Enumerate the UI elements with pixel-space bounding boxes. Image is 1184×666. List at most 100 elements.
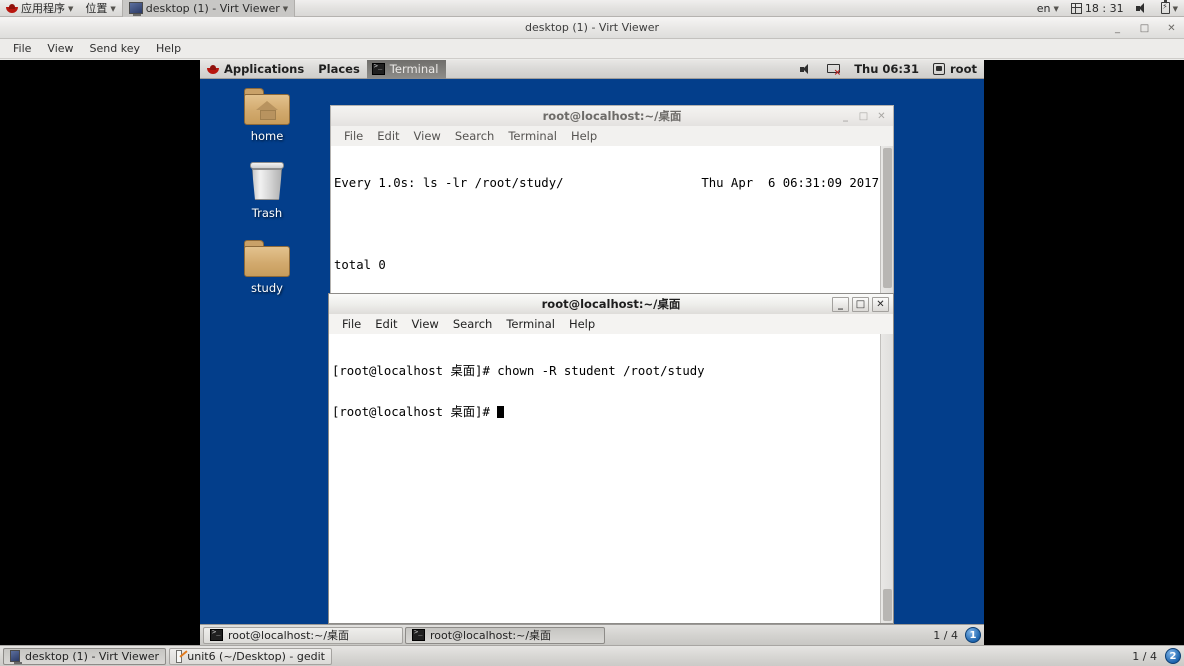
host-taskbar: desktop (1) - Virt Viewer unit6 (~/Deskt… [0, 645, 1184, 666]
menu-file[interactable]: File [5, 40, 39, 57]
host-taskbar-button-virt-viewer-label: desktop (1) - Virt Viewer [25, 649, 159, 663]
virt-viewer-window: desktop (1) - Virt Viewer _ □ ✕ File Vie… [0, 17, 1184, 645]
host-places-label: 位置 [85, 2, 108, 15]
taskbar-button-terminal-2[interactable]: root@localhost:~/桌面 [405, 626, 605, 644]
taskbar-button-terminal-1[interactable]: root@localhost:~/桌面 [203, 626, 403, 644]
terminal-prompt-text: [root@localhost 桌面]# [332, 404, 498, 419]
menu-search[interactable]: Search [448, 129, 502, 143]
terminal-window-watch-scrollbar[interactable] [880, 146, 893, 294]
desktop-icon-study[interactable]: study [229, 240, 305, 295]
taskbar-button-terminal-2-label: root@localhost:~/桌面 [430, 629, 552, 642]
scrollbar-thumb[interactable] [883, 589, 892, 621]
taskbar-button-terminal-1-label: root@localhost:~/桌面 [228, 629, 350, 642]
chevron-down-icon: ▼ [282, 5, 289, 13]
host-keyboard-label: en [1036, 1, 1051, 15]
monitor-icon [10, 650, 23, 664]
trash-can [252, 169, 282, 200]
virt-viewer-viewport: Applications Places Terminal [0, 60, 1184, 645]
minimize-icon[interactable]: _ [832, 297, 849, 312]
battery-icon [1160, 0, 1170, 14]
guest-clock[interactable]: Thu 06:31 [847, 60, 926, 79]
guest-workspace-count: 1 / 4 [933, 628, 958, 642]
host-taskbar-button-gedit-label: unit6 (~/Desktop) - gedit [187, 649, 325, 663]
terminal-window-active[interactable]: root@localhost:~/桌面 _ □ ✕ File Edit View… [328, 293, 894, 624]
guest-panel-window-button-terminal[interactable]: Terminal [366, 60, 447, 79]
guest-volume-control[interactable] [793, 60, 820, 79]
maximize-icon[interactable]: □ [856, 109, 871, 124]
host-clock[interactable]: 18 : 31 [1065, 0, 1130, 17]
terminal-window-watch-title: root@localhost:~/桌面 [542, 109, 682, 123]
minimize-icon[interactable]: _ [838, 109, 853, 124]
trash-lid [250, 162, 284, 169]
terminal-cursor [497, 405, 505, 418]
menu-view[interactable]: View [39, 40, 81, 57]
host-window-menu-virt-viewer[interactable]: desktop (1) - Virt Viewer ▼ [121, 0, 296, 17]
menu-file[interactable]: File [335, 317, 368, 331]
terminal-window-watch[interactable]: root@localhost:~/桌面 _ □ ✕ File Edit View… [330, 105, 894, 295]
user-icon [933, 63, 946, 75]
watch-command: Every 1.0s: ls -lr /root/study/ [334, 175, 564, 190]
guest-taskbar: root@localhost:~/桌面 root@localhost:~/桌面 … [200, 624, 984, 645]
desktop-icon-trash[interactable]: Trash [229, 162, 305, 220]
speaker-icon [1135, 2, 1149, 14]
host-keyboard-layout[interactable]: en ▼ [1031, 0, 1065, 17]
guest-places-menu[interactable]: Places [311, 60, 367, 79]
terminal-window-active-titlebar[interactable]: root@localhost:~/桌面 _ □ ✕ [328, 293, 894, 314]
guest-top-panel: Applications Places Terminal [200, 60, 984, 79]
maximize-icon[interactable]: □ [1138, 22, 1151, 35]
host-battery-indicator[interactable]: ▼ [1155, 0, 1184, 17]
redhat-logo-icon [6, 3, 18, 14]
menu-help[interactable]: Help [562, 317, 602, 331]
scrollbar-thumb[interactable] [883, 148, 892, 288]
host-clock-label: 18 : 31 [1084, 1, 1124, 15]
desktop-icon-home-label: home [250, 129, 284, 143]
menu-view[interactable]: View [405, 317, 446, 331]
menu-view[interactable]: View [407, 129, 448, 143]
maximize-icon[interactable]: □ [852, 297, 869, 312]
virt-viewer-titlebar[interactable]: desktop (1) - Virt Viewer _ □ ✕ [0, 17, 1184, 39]
menu-edit[interactable]: Edit [368, 317, 404, 331]
guest-network-indicator[interactable] [820, 60, 847, 79]
host-workspace-count: 1 / 4 [1132, 649, 1157, 663]
terminal-window-watch-body[interactable]: Every 1.0s: ls -lr /root/study/ Thu Apr … [330, 146, 894, 295]
host-taskbar-button-virt-viewer[interactable]: desktop (1) - Virt Viewer [3, 647, 166, 665]
close-icon[interactable]: ✕ [1165, 22, 1178, 35]
host-places-menu[interactable]: 位置 ▼ [79, 0, 121, 17]
desktop-icon-study-label: study [251, 281, 283, 295]
terminal-window-active-scrollbar[interactable] [880, 334, 893, 623]
guest-applications-label: Applications [224, 62, 305, 76]
terminal-window-watch-titlebar[interactable]: root@localhost:~/桌面 _ □ ✕ [330, 105, 894, 126]
guest-user-menu[interactable]: root [926, 60, 984, 79]
menu-terminal[interactable]: Terminal [501, 129, 564, 143]
menu-help[interactable]: Help [564, 129, 604, 143]
host-applications-menu[interactable]: 应用程序 ▼ [0, 0, 79, 17]
menu-search[interactable]: Search [446, 317, 500, 331]
host-volume-control[interactable] [1130, 0, 1155, 17]
menu-send-key[interactable]: Send key [82, 40, 148, 57]
guest-places-label: Places [318, 62, 360, 76]
host-taskbar-button-gedit[interactable]: unit6 (~/Desktop) - gedit [169, 647, 332, 665]
home-folder-icon [244, 88, 290, 125]
chevron-down-icon: ▼ [110, 5, 116, 13]
trash-icon [247, 162, 287, 202]
virt-viewer-window-controls: _ □ ✕ [1111, 17, 1178, 39]
guest-workspace-switcher[interactable]: 1 [965, 627, 981, 643]
guest-desktop: Applications Places Terminal [200, 60, 984, 645]
calendar-icon [1070, 2, 1082, 14]
guest-applications-menu[interactable]: Applications [200, 60, 311, 79]
chevron-down-icon: ▼ [1172, 5, 1178, 13]
close-icon[interactable]: ✕ [872, 297, 889, 312]
terminal-window-active-body[interactable]: [root@localhost 桌面]# chown -R student /r… [328, 334, 894, 624]
desktop-icon-home[interactable]: home [229, 88, 305, 143]
close-icon[interactable]: ✕ [874, 109, 889, 124]
terminal-window-watch-controls: _ □ ✕ [838, 109, 889, 124]
menu-file[interactable]: File [337, 129, 370, 143]
terminal-icon [210, 628, 223, 641]
menu-terminal[interactable]: Terminal [499, 317, 562, 331]
minimize-icon[interactable]: _ [1111, 22, 1124, 35]
terminal-icon [412, 628, 425, 641]
menu-edit[interactable]: Edit [370, 129, 406, 143]
guest-clock-label: Thu 06:31 [854, 62, 920, 76]
menu-help[interactable]: Help [148, 40, 189, 57]
host-workspace-switcher[interactable]: 2 [1165, 648, 1181, 664]
